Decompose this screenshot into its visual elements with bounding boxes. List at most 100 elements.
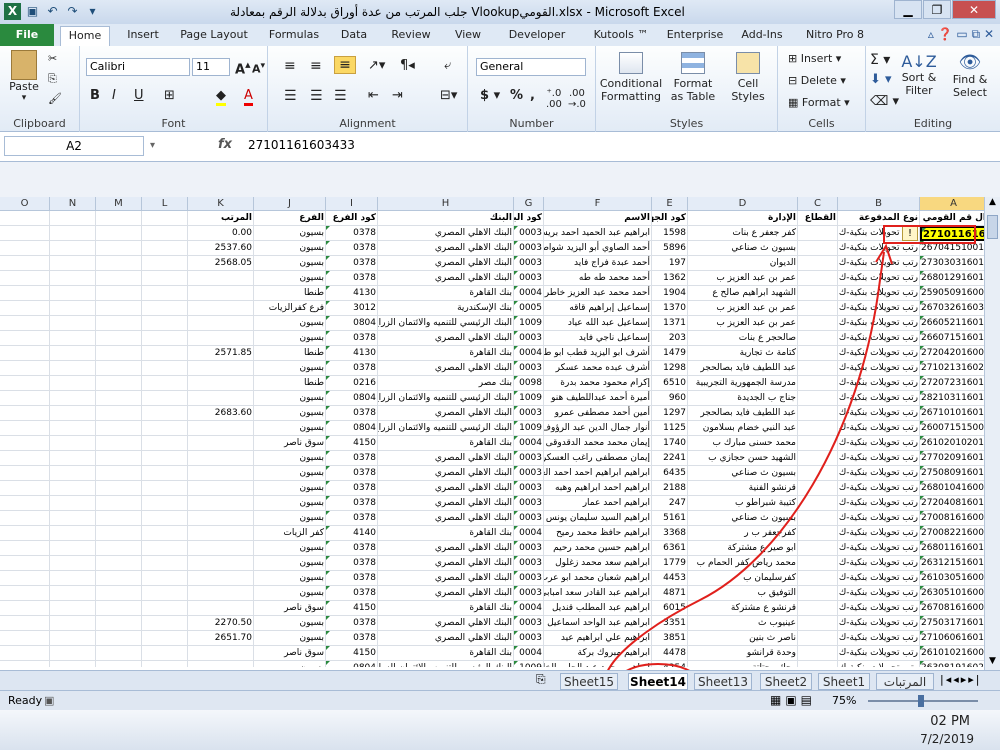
cell-b[interactable]: رتب تحويلات بنكية-ك xyxy=(838,496,920,511)
cell-n[interactable] xyxy=(50,451,96,466)
cell-l[interactable] xyxy=(142,421,188,436)
cell-i[interactable]: 4150 xyxy=(326,601,378,616)
cell-l[interactable] xyxy=(142,256,188,271)
cell-e[interactable]: 1125 xyxy=(652,421,688,436)
cell-o[interactable] xyxy=(0,301,50,316)
cell-k[interactable]: 2270.50 xyxy=(188,616,254,631)
column-header-h[interactable]: H xyxy=(378,197,514,211)
bold-icon[interactable]: B xyxy=(90,88,100,103)
cell-c[interactable] xyxy=(798,346,838,361)
cell-k[interactable] xyxy=(188,466,254,481)
cell-f[interactable]: ابراهيم علي ابراهيم عيد xyxy=(544,631,652,646)
cell-f[interactable]: إيمان محمد محمد الدقدوقى xyxy=(544,436,652,451)
cell-f[interactable]: ابراهيم عبد القادر سعد امبابي xyxy=(544,586,652,601)
cell-c[interactable] xyxy=(798,541,838,556)
format-painter-icon[interactable]: 🖌 xyxy=(48,92,62,105)
cell-h[interactable]: البنك الاهلي المصري xyxy=(378,496,514,511)
grow-font-icon[interactable]: A▴ xyxy=(235,58,251,77)
comma-icon[interactable]: , xyxy=(530,88,535,103)
cell-n[interactable] xyxy=(50,466,96,481)
header-cell-e[interactable]: كود الجهة xyxy=(652,211,688,226)
cell-j[interactable]: سوق ناصر xyxy=(254,601,326,616)
cell-m[interactable] xyxy=(96,391,142,406)
clear-icon[interactable]: ⌫ ▾ xyxy=(870,94,899,109)
tab-enterprise[interactable]: Enterprise xyxy=(660,26,730,46)
cell-o[interactable] xyxy=(0,556,50,571)
column-header-f[interactable]: F xyxy=(544,197,652,211)
cell-d[interactable]: كفرسليمان ب xyxy=(688,571,798,586)
cell-l[interactable] xyxy=(142,406,188,421)
cell-l[interactable] xyxy=(142,481,188,496)
wrap-text-icon[interactable]: ⤶ xyxy=(444,58,451,73)
column-header-m[interactable]: M xyxy=(96,197,142,211)
cell-i[interactable]: 0804 xyxy=(326,391,378,406)
cell-k[interactable] xyxy=(188,421,254,436)
cell-g[interactable]: 0003 xyxy=(514,256,544,271)
cell-o[interactable] xyxy=(0,391,50,406)
cell-o[interactable] xyxy=(0,586,50,601)
cell-h[interactable]: البنك الاهلي المصري xyxy=(378,226,514,241)
tab-add-ins[interactable]: Add-Ins xyxy=(736,26,788,46)
cell-k[interactable]: 2651.70 xyxy=(188,631,254,646)
align-right-icon[interactable]: ☰ xyxy=(334,88,347,104)
cell-g[interactable]: 0003 xyxy=(514,556,544,571)
cell-f[interactable]: ابراهيم عبد الواحد اسماعيل ما xyxy=(544,616,652,631)
cell-h[interactable]: البنك الاهلي المصري xyxy=(378,241,514,256)
sheet-tab-sheet1[interactable]: Sheet1 xyxy=(818,673,870,690)
cell-j[interactable]: بسيون xyxy=(254,466,326,481)
cell-o[interactable] xyxy=(0,631,50,646)
cell-j[interactable]: بسيون xyxy=(254,241,326,256)
cell-f[interactable]: ابراهيم احمد عمار xyxy=(544,496,652,511)
cell-d[interactable]: كفر جعفر ع بنات xyxy=(688,226,798,241)
header-cell-b[interactable]: نوع المدفوعة xyxy=(838,211,920,226)
number-format-select[interactable]: General xyxy=(476,58,586,76)
cell-h[interactable]: البنك الرئيسي للتنميه والائتمان الزراع xyxy=(378,391,514,406)
cell-c[interactable] xyxy=(798,496,838,511)
increase-indent-icon[interactable]: ⇥ xyxy=(392,88,403,103)
cell-f[interactable]: أميرة أحمد عبداللطيف هنو xyxy=(544,391,652,406)
cell-g[interactable]: 0003 xyxy=(514,271,544,286)
cell-g[interactable]: 0003 xyxy=(514,571,544,586)
tab-page-layout[interactable]: Page Layout xyxy=(176,26,252,46)
column-header-g[interactable]: G xyxy=(514,197,544,211)
cell-b[interactable]: رتب تحويلات بنكية-ك xyxy=(838,256,920,271)
cell-f[interactable]: ابراهيم ابراهيم احمد احمد العلا xyxy=(544,466,652,481)
cell-m[interactable] xyxy=(96,496,142,511)
cell-d[interactable]: بسيون ث صناعي xyxy=(688,241,798,256)
cell-g[interactable]: 0004 xyxy=(514,601,544,616)
cell-h[interactable]: بنك القاهرة xyxy=(378,601,514,616)
cell-i[interactable]: 4150 xyxy=(326,646,378,661)
cell-a[interactable]: 27008221600871 xyxy=(920,526,984,541)
cell-o[interactable] xyxy=(0,526,50,541)
cell-g[interactable]: 0004 xyxy=(514,526,544,541)
cell-n[interactable] xyxy=(50,331,96,346)
font-name-select[interactable]: Calibri xyxy=(86,58,190,76)
cell-l[interactable] xyxy=(142,346,188,361)
cell-g[interactable]: 1009 xyxy=(514,316,544,331)
cell-m[interactable] xyxy=(96,301,142,316)
cell-o[interactable] xyxy=(0,421,50,436)
cell-a[interactable]: 27008161600957 xyxy=(920,511,984,526)
cell-f[interactable]: أحمد محمد عبد العزيز خاطر xyxy=(544,286,652,301)
scroll-thumb[interactable] xyxy=(987,215,998,239)
cell-a[interactable]: 26801291601597 xyxy=(920,271,984,286)
cell-j[interactable]: بسيون xyxy=(254,541,326,556)
cell-c[interactable] xyxy=(798,406,838,421)
cell-f[interactable]: إسماعيل ناجي فايد xyxy=(544,331,652,346)
cell-n[interactable] xyxy=(50,601,96,616)
cell-h[interactable]: البنك الاهلي المصري xyxy=(378,406,514,421)
cell-b[interactable]: رتب تحويلات بنكية-ك xyxy=(838,631,920,646)
cell-i[interactable]: 0378 xyxy=(326,511,378,526)
cell-j[interactable]: بسيون xyxy=(254,556,326,571)
cell-m[interactable] xyxy=(96,481,142,496)
header-cell-n[interactable] xyxy=(50,211,96,226)
cell-j[interactable]: بسيون xyxy=(254,481,326,496)
cell-c[interactable] xyxy=(798,466,838,481)
cell-i[interactable]: 0378 xyxy=(326,331,378,346)
cell-k[interactable] xyxy=(188,496,254,511)
cell-d[interactable]: التوفيق ب xyxy=(688,586,798,601)
cell-b[interactable]: رتب تحويلات بنكية-ك xyxy=(838,301,920,316)
delete-cells-button[interactable]: ⊟ Delete ▾ xyxy=(788,74,846,87)
cell-n[interactable] xyxy=(50,301,96,316)
cell-b[interactable]: رتب تحويلات بنكية-ك xyxy=(838,556,920,571)
